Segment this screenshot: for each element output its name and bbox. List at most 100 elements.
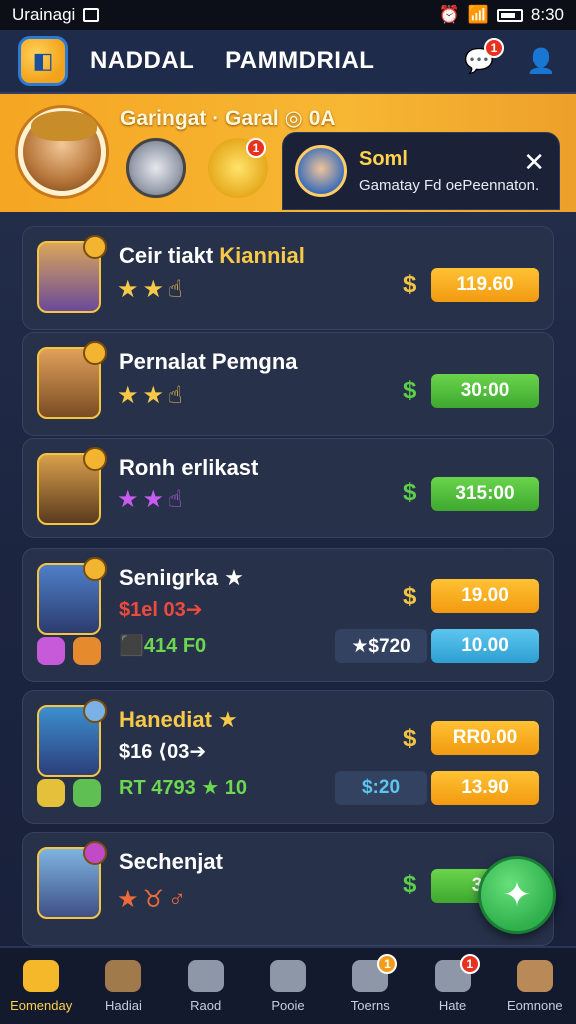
nav-label: Eomenday [10,997,73,1013]
hero-name: Sechenjat [119,849,223,874]
nav-label: Eomnone [507,997,563,1013]
user-icon: 👤 [526,47,556,75]
profile-button[interactable]: 👤 [524,44,558,78]
fab-button[interactable]: ✦ [478,856,556,934]
hero-name: Seniıgrka ★ [119,565,244,590]
rank-icon [83,841,107,865]
nav-item-heroes[interactable]: Hadiai [82,948,164,1024]
alarm-icon: ⏰ [438,5,460,24]
list-item[interactable]: Sechenjat ★♉♂ $ 3.9 [22,832,554,946]
hero-name: Ceir tiakt Kiannial [119,243,305,268]
list-item[interactable]: Ceir tiakt Kiannial ★★☝ $ 119.60 [22,226,554,330]
gem-icon [73,779,101,807]
nav-item-home[interactable]: Eomenday [0,948,82,1024]
chat-button[interactable]: 💬 1 [462,38,504,78]
gem-icon [73,637,101,665]
notification-popup[interactable]: Soml Gamatay Fd oePeennaton. ✕ [282,132,560,210]
helmet-icon [105,959,142,992]
app-logo-icon[interactable]: ◧ [18,36,68,86]
sparkle-icon: ✦ [502,876,532,914]
title-left: NADDAL [90,47,194,74]
hero-stat: $1el 03➔ [119,599,203,621]
shield-icon [187,959,224,992]
price-button-secondary[interactable]: 10.00 [431,629,539,663]
list-item[interactable]: Hanediat ★ $16 ⟨03➔ RT 4793 ★ 10 $ RR0.0… [22,690,554,824]
rank-icon [83,341,107,365]
rating-stars: ★★☝ [117,382,187,409]
gem-row [37,779,101,807]
rank-icon [83,557,107,581]
nav-label: Hadiai [104,997,142,1013]
list-item[interactable]: Pernalat Pemgna ★★☝ $ 30:00 [22,332,554,436]
gem-icon [37,779,65,807]
notification-avatar [295,145,347,197]
bottom-nav: Eomenday Hadiai Raod Pooie Toerns 1 Hate… [0,946,576,1024]
hero-stat-2: RT 4793 ★ 10 [119,777,247,799]
rank-icon [83,447,107,471]
nav-item-pooie[interactable]: Pooie [247,948,329,1024]
player-avatar[interactable] [18,108,106,196]
rank-icon [83,235,107,259]
close-icon[interactable]: ✕ [523,147,545,178]
list-item[interactable]: Ronh erlikast ★★☝ $ 315:00 [22,438,554,538]
notification-title: Soml [359,148,408,170]
price-button-secondary[interactable]: 13.90 [431,771,539,805]
rating-stars: ★♉♂ [117,886,191,913]
status-time: 8:30 [530,5,564,24]
hero-avatar [37,841,107,919]
dollar-icon: $ [403,725,417,752]
nav-label: Raod [190,997,222,1013]
nav-item-hate[interactable]: Hate 1 [411,948,493,1024]
title-right: PAMMDRIAL [225,47,375,74]
price-button[interactable]: 119.60 [431,268,539,302]
price-button[interactable]: 30:00 [431,374,539,408]
price-button[interactable]: 19.00 [431,579,539,613]
nav-label: Toerns [350,997,390,1013]
hero-name: Ronh erlikast [119,455,259,480]
nav-badge: 1 [377,954,398,974]
price-button[interactable]: RR0.00 [431,721,539,755]
nav-item-profile[interactable]: Eomnone [494,948,576,1024]
dollar-icon: $ [403,479,417,506]
app-title: NADDAL PAMMDRIAL [90,47,374,75]
hero-stat-2: ⬛414 F0 [119,635,207,657]
rating-stars: ★★☝ [117,486,187,513]
hero-avatar [37,341,107,419]
nav-item-toerns[interactable]: Toerns 1 [329,948,411,1024]
hero-stat: $16 ⟨03➔ [119,741,207,763]
gem-row [37,637,101,665]
nav-label: Pooie [271,997,305,1013]
rank-icon [83,699,107,723]
dollar-icon: $ [403,583,417,610]
hero-avatar [37,447,107,525]
dollar-icon: $ [403,377,417,404]
bag-badge: 1 [246,138,266,158]
wifi-icon: 📶 [467,5,489,24]
gear-item-icon[interactable] [126,138,186,198]
dollar-icon: $ [403,271,417,298]
price-button[interactable]: 315:00 [431,477,539,511]
hero-name: Hanediat ★ [119,707,238,732]
dollar-icon: $ [403,871,417,898]
chat-badge: 1 [484,38,504,58]
gem-icon [37,637,65,665]
notification-subtitle: Gamatay Fd oePeennaton. [359,177,540,194]
hero-avatar [37,235,107,313]
list-item[interactable]: Seniıgrka ★ $1el 03➔ ⬛414 F0 $ 19.00 ★$7… [22,548,554,682]
hero-avatar [37,557,107,635]
notification-icon [83,8,100,22]
hero-name: Pernalat Pemgna [119,349,298,374]
battery-icon [496,8,523,22]
hero-avatar [37,699,107,777]
app-bar: ◧ NADDAL PAMMDRIAL 💬 1 👤 [0,30,576,94]
rating-stars: ★★☝ [117,276,187,303]
nav-item-road[interactable]: Raod [165,948,247,1024]
status-text: Urainagi [12,5,76,24]
banner-title: Garingat · Garal ◎ 0A [120,107,336,130]
status-bar: Urainagi ⏰ 📶 8:30 [0,0,576,30]
nav-label: Hate [438,997,467,1013]
bonus-pill: ★$720 [335,629,427,663]
loot-bag-icon[interactable]: 1 [208,138,268,198]
person-icon [516,959,553,992]
nav-badge: 1 [459,954,480,974]
